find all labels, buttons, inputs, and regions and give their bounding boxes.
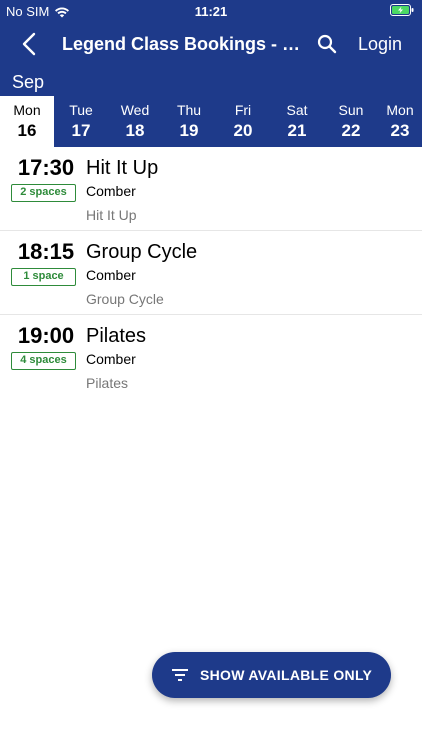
day-selector: Mon 16 Tue 17 Wed 18 Thu 19 Fri 20 Sat 2… bbox=[0, 96, 422, 147]
day-tab[interactable]: Mon 23 bbox=[378, 96, 422, 147]
filter-icon bbox=[172, 668, 190, 682]
page-title: Legend Class Bookings - Comber bbox=[62, 34, 302, 54]
day-name: Mon bbox=[13, 102, 41, 118]
month-label: Sep bbox=[12, 72, 45, 92]
day-tab[interactable]: Sat 21 bbox=[270, 96, 324, 147]
app-header: Legend Class Bookings - Comber Login bbox=[0, 22, 422, 66]
day-number: 22 bbox=[341, 121, 361, 140]
spaces-badge: 1 space bbox=[11, 268, 76, 286]
class-row[interactable]: 17:30 2 spaces Hit It Up Comber Hit It U… bbox=[0, 147, 422, 231]
day-tab[interactable]: Thu 19 bbox=[162, 96, 216, 147]
show-available-only-button[interactable]: SHOW AVAILABLE ONLY bbox=[152, 652, 391, 698]
class-location: Comber bbox=[86, 267, 136, 283]
day-tab[interactable]: Mon 16 bbox=[0, 96, 54, 147]
clock: 11:21 bbox=[194, 4, 228, 19]
battery-icon bbox=[390, 4, 414, 19]
day-tab[interactable]: Wed 18 bbox=[108, 96, 162, 147]
class-name: Pilates bbox=[86, 325, 147, 347]
class-location: Comber bbox=[86, 351, 136, 367]
class-category: Group Cycle bbox=[86, 291, 164, 307]
day-name: Sun bbox=[338, 102, 364, 118]
class-category: Hit It Up bbox=[86, 207, 137, 223]
day-number: 23 bbox=[390, 121, 410, 140]
day-number: 20 bbox=[233, 121, 253, 140]
day-number: 17 bbox=[71, 121, 91, 140]
class-name: Hit It Up bbox=[86, 157, 159, 179]
class-row[interactable]: 19:00 4 spaces Pilates Comber Pilates bbox=[0, 315, 422, 399]
day-name: Wed bbox=[120, 102, 150, 118]
spaces-badge: 4 spaces bbox=[11, 352, 76, 370]
day-name: Tue bbox=[69, 102, 93, 118]
back-button[interactable] bbox=[14, 30, 44, 58]
class-location: Comber bbox=[86, 183, 136, 199]
class-list: 17:30 2 spaces Hit It Up Comber Hit It U… bbox=[0, 147, 422, 399]
day-name: Mon bbox=[386, 102, 414, 118]
class-time: 18:15 bbox=[17, 239, 75, 264]
day-number: 16 bbox=[17, 121, 37, 140]
status-bar: No SIM 11:21 bbox=[0, 0, 422, 22]
chevron-left-icon bbox=[22, 32, 36, 56]
class-category: Pilates bbox=[86, 375, 129, 391]
day-number: 21 bbox=[287, 121, 307, 140]
show-available-only-label: SHOW AVAILABLE ONLY bbox=[200, 667, 373, 683]
spaces-badge: 2 spaces bbox=[11, 184, 76, 202]
day-name: Sat bbox=[286, 102, 308, 118]
class-row[interactable]: 18:15 1 space Group Cycle Comber Group C… bbox=[0, 231, 422, 315]
day-tab[interactable]: Tue 17 bbox=[54, 96, 108, 147]
day-name: Thu bbox=[176, 102, 202, 118]
day-tab[interactable]: Fri 20 bbox=[216, 96, 270, 147]
day-number: 19 bbox=[179, 121, 199, 140]
login-button[interactable]: Login bbox=[358, 34, 402, 55]
day-name: Fri bbox=[234, 102, 252, 118]
day-tab[interactable]: Sun 22 bbox=[324, 96, 378, 147]
class-time: 17:30 bbox=[17, 155, 75, 180]
class-time: 19:00 bbox=[17, 323, 75, 348]
day-number: 18 bbox=[125, 121, 145, 140]
month-bar: Sep bbox=[0, 66, 422, 96]
class-name: Group Cycle bbox=[86, 241, 198, 263]
search-button[interactable] bbox=[314, 31, 340, 57]
search-icon bbox=[317, 34, 337, 54]
